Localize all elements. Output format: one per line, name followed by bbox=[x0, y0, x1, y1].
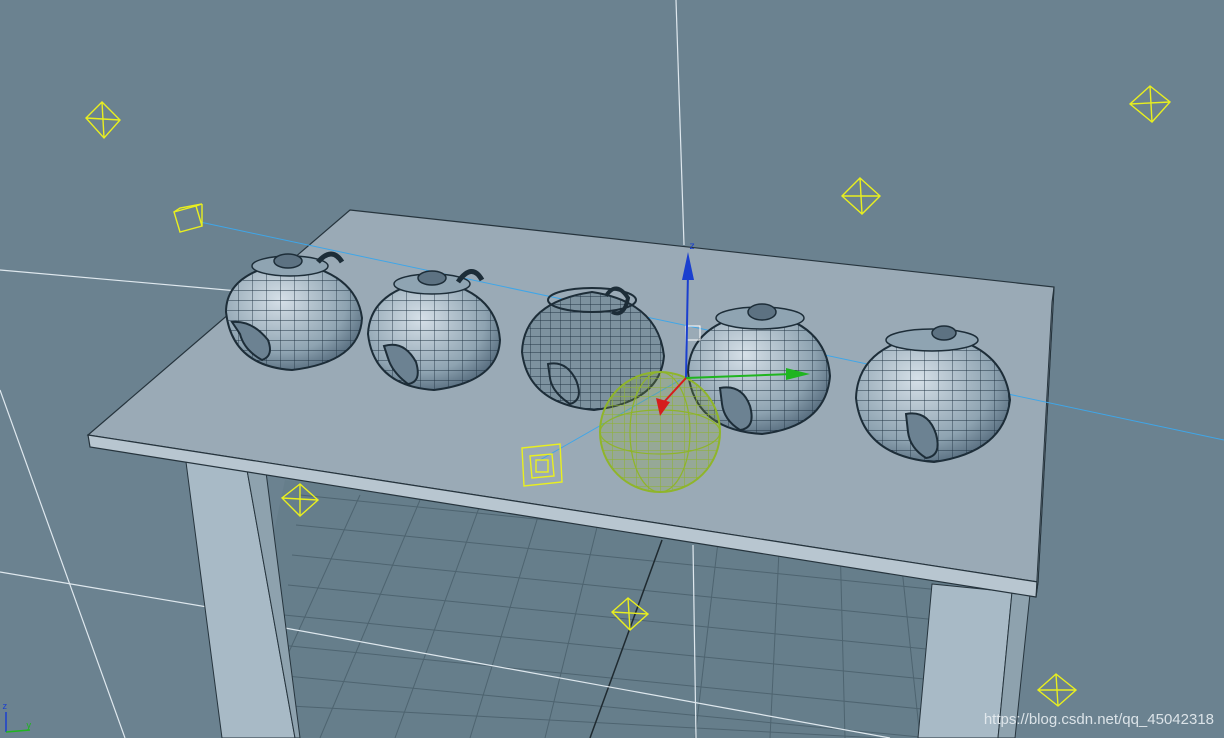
omni-light[interactable] bbox=[1128, 85, 1172, 123]
omni-light[interactable] bbox=[85, 101, 121, 140]
wireframe-sphere[interactable] bbox=[599, 371, 721, 493]
gizmo-z-label: z bbox=[689, 241, 695, 252]
3d-viewport[interactable]: z z y https://blog.csdn.net/qq_45042318 bbox=[0, 0, 1224, 738]
camera-target-box[interactable] bbox=[173, 203, 203, 233]
omni-light[interactable] bbox=[840, 177, 882, 215]
omni-light[interactable] bbox=[1036, 673, 1078, 707]
tripod-z-label: z bbox=[2, 702, 7, 712]
view-axis-tripod: z y bbox=[2, 702, 32, 733]
watermark-text: https://blog.csdn.net/qq_45042318 bbox=[983, 711, 1214, 728]
scene-canvas[interactable]: z bbox=[0, 0, 1224, 738]
tripod-y-label: y bbox=[26, 721, 32, 731]
